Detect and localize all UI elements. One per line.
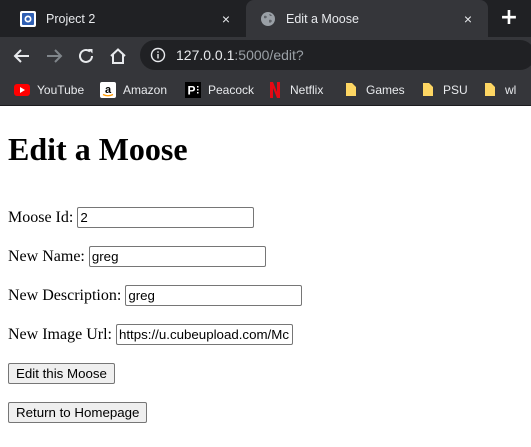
bookmark-label: Games bbox=[366, 82, 405, 97]
new-description-input[interactable] bbox=[125, 285, 303, 306]
page-title: Edit a Moose bbox=[8, 131, 188, 167]
address-bar[interactable]: 127.0.0.1:5000/edit? bbox=[140, 40, 531, 70]
info-icon[interactable] bbox=[150, 47, 166, 63]
url-host: 127.0.0.1 bbox=[176, 47, 235, 63]
tab-project-2[interactable]: Project 2 × bbox=[0, 0, 246, 37]
bookmark-netflix[interactable]: Netflix bbox=[267, 74, 323, 105]
folder-icon bbox=[343, 82, 359, 98]
close-tab-icon[interactable]: × bbox=[218, 11, 234, 27]
bookmark-folder-games[interactable]: Games bbox=[343, 74, 405, 105]
peacock-icon: P bbox=[185, 81, 201, 98]
bookmark-label: Amazon bbox=[123, 82, 168, 97]
bookmark-peacock[interactable]: P Peacock bbox=[185, 74, 254, 105]
globe-icon bbox=[261, 11, 275, 26]
bookmark-label: wl bbox=[505, 82, 517, 97]
tab-title: Edit a Moose bbox=[286, 11, 359, 26]
bookmarks-bar: YouTube a Amazon P Peacock Netflix Games… bbox=[0, 74, 531, 106]
close-tab-icon[interactable]: × bbox=[460, 11, 476, 27]
tab-edit-a-moose[interactable]: Edit a Moose × bbox=[246, 0, 488, 37]
home-icon[interactable] bbox=[106, 44, 130, 68]
new-name-input[interactable] bbox=[88, 246, 266, 267]
back-icon[interactable] bbox=[10, 44, 34, 68]
amazon-icon: a bbox=[100, 81, 116, 98]
reload-icon[interactable] bbox=[74, 44, 98, 68]
folder-icon bbox=[482, 82, 498, 98]
folder-icon bbox=[420, 82, 436, 98]
page-content: Edit a Moose Moose Id: New Name: New Des… bbox=[0, 106, 531, 447]
new-image-url-label: New Image Url: bbox=[8, 326, 112, 343]
url-path: :5000/edit? bbox=[234, 47, 304, 63]
new-name-row: New Name: bbox=[8, 246, 266, 267]
moose-id-input[interactable] bbox=[77, 207, 255, 228]
bookmark-folder-psu[interactable]: PSU bbox=[420, 74, 468, 105]
edit-moose-button[interactable]: Edit this Moose bbox=[8, 363, 115, 384]
youtube-icon bbox=[14, 82, 30, 98]
tab-strip: Project 2 × Edit a Moose × + bbox=[0, 0, 531, 37]
browser-toolbar: 127.0.0.1:5000/edit? bbox=[0, 37, 531, 74]
project-favicon-icon bbox=[20, 10, 36, 27]
svg-text:a: a bbox=[105, 84, 112, 96]
new-image-url-row: New Image Url: bbox=[8, 324, 293, 345]
return-home-button[interactable]: Return to Homepage bbox=[8, 402, 148, 423]
new-description-label: New Description: bbox=[8, 287, 122, 304]
new-description-row: New Description: bbox=[8, 285, 303, 306]
svg-text:P: P bbox=[187, 83, 195, 97]
bookmark-youtube[interactable]: YouTube bbox=[14, 74, 84, 105]
new-tab-icon[interactable]: + bbox=[498, 7, 520, 29]
forward-icon[interactable] bbox=[42, 44, 66, 68]
moose-id-label: Moose Id: bbox=[8, 209, 74, 226]
bookmark-label: Netflix bbox=[290, 82, 324, 97]
new-image-url-input[interactable] bbox=[115, 324, 293, 345]
netflix-icon bbox=[267, 81, 283, 98]
new-name-label: New Name: bbox=[8, 248, 85, 265]
bookmark-label: YouTube bbox=[37, 82, 85, 97]
moose-id-row: Moose Id: bbox=[8, 207, 255, 228]
tab-title: Project 2 bbox=[46, 11, 96, 26]
bookmark-label: Peacock bbox=[208, 82, 255, 97]
bookmark-label: PSU bbox=[443, 82, 468, 97]
bookmark-folder-wl[interactable]: wl bbox=[482, 74, 516, 105]
bookmark-amazon[interactable]: a Amazon bbox=[100, 74, 167, 105]
